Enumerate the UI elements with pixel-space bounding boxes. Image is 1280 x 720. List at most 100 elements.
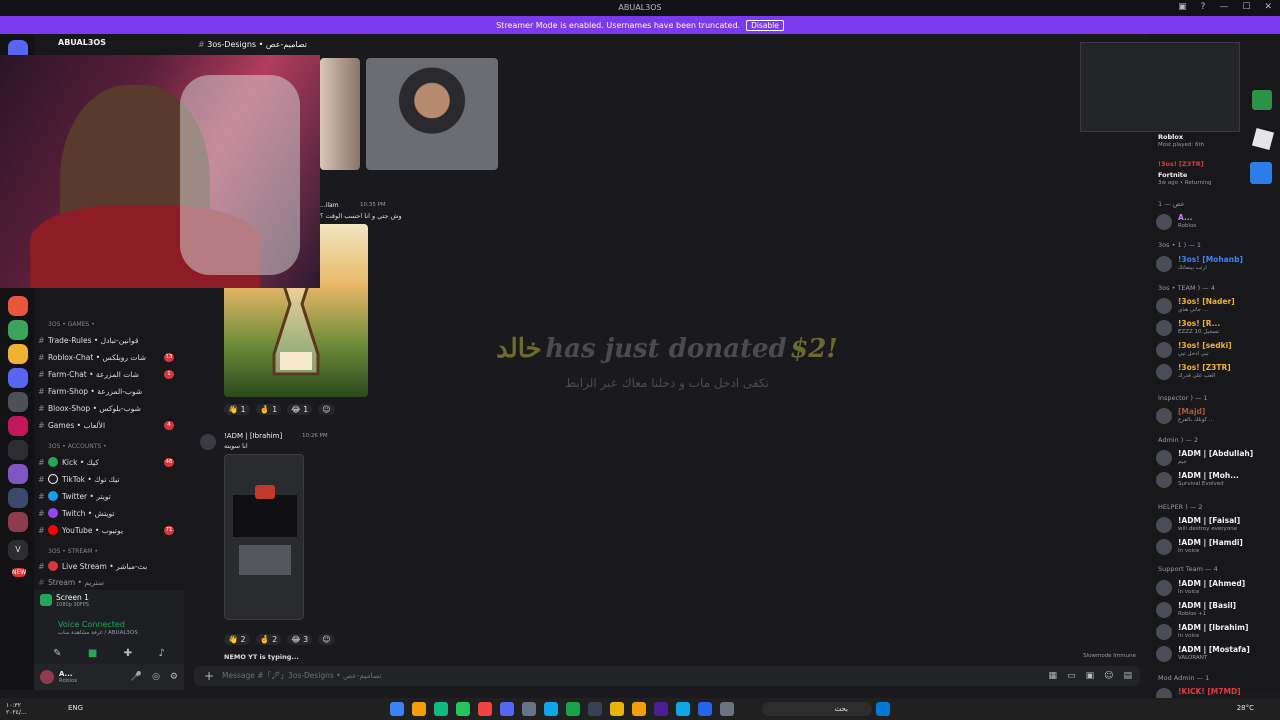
disable-button[interactable]: Disable [746, 19, 784, 31]
message-image[interactable] [366, 58, 498, 170]
avatar[interactable] [1156, 408, 1172, 424]
channel-item[interactable]: # TikTok • تيك توك [38, 472, 180, 486]
message-image[interactable] [320, 58, 360, 170]
member-item[interactable]: A... Roblox [1156, 212, 1276, 232]
avatar[interactable] [1156, 450, 1172, 466]
channel-item[interactable]: # Twitch • تويتش [38, 506, 180, 520]
app-icon[interactable] [522, 702, 536, 716]
avatar[interactable] [1156, 364, 1172, 380]
message-author[interactable]: !ADM | [Ibrahim] [224, 432, 282, 440]
member-item[interactable]: !ADM | [Ibrahim] In voice [1156, 622, 1276, 642]
app-icon[interactable] [390, 702, 404, 716]
member-item[interactable]: [Majd] كونلك بالفرع ... [1156, 406, 1276, 426]
activity-icon[interactable]: ✚ [124, 648, 132, 659]
search-box[interactable]: بحث [762, 702, 872, 716]
apps-icon[interactable]: ▤ [1123, 666, 1132, 686]
category-accounts[interactable]: 3os • ACCOUNTS • [48, 443, 107, 450]
server-icon[interactable] [8, 512, 28, 532]
channel-item[interactable]: # Kick • كيك 46 [38, 455, 180, 469]
channel-item[interactable]: # Roblox-Chat • شات روبلكس 13 [38, 350, 180, 364]
message-author[interactable]: ...ilam [320, 202, 339, 209]
screen-icon[interactable]: ■ [88, 648, 97, 659]
reaction-button[interactable]: 👋 2 [224, 634, 250, 645]
avatar[interactable] [200, 434, 216, 450]
avatar[interactable] [1156, 298, 1172, 314]
server-icon[interactable] [8, 440, 28, 460]
avatar[interactable] [1156, 517, 1172, 533]
headphones-icon[interactable]: ◎ [152, 672, 160, 682]
close-button[interactable]: ✕ [1264, 2, 1272, 12]
chrome-icon[interactable] [610, 702, 624, 716]
server-icon[interactable] [8, 488, 28, 508]
app-icon[interactable] [434, 702, 448, 716]
channel-item[interactable]: # Trade-Rules • قوانين-تبادل [38, 333, 180, 347]
video-icon[interactable]: ✎ [53, 648, 61, 659]
reaction-button[interactable]: 😂 1 [287, 404, 313, 415]
grid-icon[interactable] [1252, 90, 1272, 110]
inbox-icon[interactable]: ▣ [1178, 2, 1187, 12]
channel-item[interactable]: # Bloox-Shop • شوب-بلوكس [38, 401, 180, 415]
category-stream[interactable]: 3os • STREAM • [48, 548, 98, 555]
avatar[interactable] [1156, 472, 1172, 488]
app-icon[interactable] [566, 702, 580, 716]
channel-item[interactable]: # YouTube • يوتيوب 71 [38, 523, 180, 537]
add-reaction-icon[interactable]: ☺ [318, 634, 335, 645]
avatar[interactable] [1156, 624, 1172, 640]
member-item[interactable]: !3os! [R... EZZZ تسجيل 10 [1156, 318, 1276, 338]
clock[interactable]: ١٠:٣٢ ٢٠٢٤/... [6, 702, 27, 716]
server-icon[interactable] [8, 368, 28, 388]
gear-icon[interactable]: ⚙ [170, 672, 178, 682]
channel-item[interactable]: # Live Stream • بث-مباشر [38, 559, 180, 573]
reaction-button[interactable]: 🤞 2 [255, 634, 282, 645]
premiere-icon[interactable] [654, 702, 668, 716]
avatar[interactable] [40, 670, 54, 684]
member-item[interactable]: !ADM | [Hamdi] In voice [1156, 537, 1276, 557]
server-icon[interactable]: V [8, 540, 28, 560]
activity-user[interactable]: !3os! [Z3TR] [1158, 160, 1204, 168]
avatar[interactable] [1156, 580, 1172, 596]
channel-item[interactable]: # Farm-Shop • شوب-المزرعة [38, 384, 180, 398]
category-games[interactable]: 3os • GAMES • [48, 321, 95, 328]
maximize-button[interactable]: ☐ [1242, 2, 1250, 12]
emoji-icon[interactable]: ☺ [1104, 666, 1113, 686]
channel-item[interactable]: # Farm-Chat • شات المزرعة 1 [38, 367, 180, 381]
app-icon[interactable] [412, 702, 426, 716]
member-item[interactable]: !ADM | [Moh... Survival Evolved [1156, 470, 1276, 490]
file-explorer-icon[interactable] [632, 702, 646, 716]
gif-icon[interactable]: ▭ [1067, 666, 1076, 686]
member-item[interactable]: !3os! [Mohanb] ارتب بينماتك [1156, 254, 1276, 274]
avatar[interactable] [1156, 602, 1172, 618]
server-icon[interactable] [8, 392, 28, 412]
help-icon[interactable]: ? [1201, 2, 1206, 12]
member-item[interactable]: !3os! [sedki] تبي ادخل تبي [1156, 340, 1276, 360]
weather-widget[interactable]: 28°C [1237, 704, 1254, 712]
member-item[interactable]: !ADM | [Ahmed] In voice [1156, 578, 1276, 598]
windows-start-icon[interactable] [876, 702, 890, 716]
add-attachment-icon[interactable]: + [204, 666, 214, 686]
channel-item[interactable]: # Games • الألعاب 4 [38, 418, 180, 432]
mini-preview[interactable] [1080, 42, 1240, 132]
member-item[interactable]: !ADM | [Basil] Roblox +1 [1156, 600, 1276, 620]
app-icon[interactable] [698, 702, 712, 716]
app-icon[interactable] [456, 702, 470, 716]
avatar[interactable] [1156, 342, 1172, 358]
app-icon[interactable] [720, 702, 734, 716]
server-icon[interactable] [8, 320, 28, 340]
member-item[interactable]: !3os! [Z3TR] العب على قدرك [1156, 362, 1276, 382]
message-image[interactable] [224, 454, 304, 620]
member-item[interactable]: !3os! [Nader] جاني هذي ... [1156, 296, 1276, 316]
voice-connected-label[interactable]: Voice Connected [58, 620, 125, 629]
member-item[interactable]: !ADM | [Mostafa] VALORANT [1156, 644, 1276, 664]
minimize-button[interactable]: — [1219, 2, 1228, 12]
soundboard-icon[interactable]: ♪ [158, 648, 164, 659]
channel-item[interactable]: # Stream • ستريم [38, 575, 180, 589]
avatar[interactable] [1156, 646, 1172, 662]
mic-icon[interactable]: 🎤 [131, 672, 142, 682]
message-input[interactable]: + Message #「🖋」3os-Designs • تصاميم-عص ▦ … [194, 666, 1140, 686]
server-icon[interactable] [8, 416, 28, 436]
member-item[interactable]: !ADM | [Faisal] will destroy everyone [1156, 515, 1276, 535]
reaction-button[interactable]: 👋 1 [224, 404, 250, 415]
server-icon[interactable] [8, 296, 28, 316]
language-indicator[interactable]: ENG [68, 704, 83, 712]
voice-channel-name[interactable]: غرفة مشاهدة ساب / ABUAL3OS [58, 630, 138, 636]
